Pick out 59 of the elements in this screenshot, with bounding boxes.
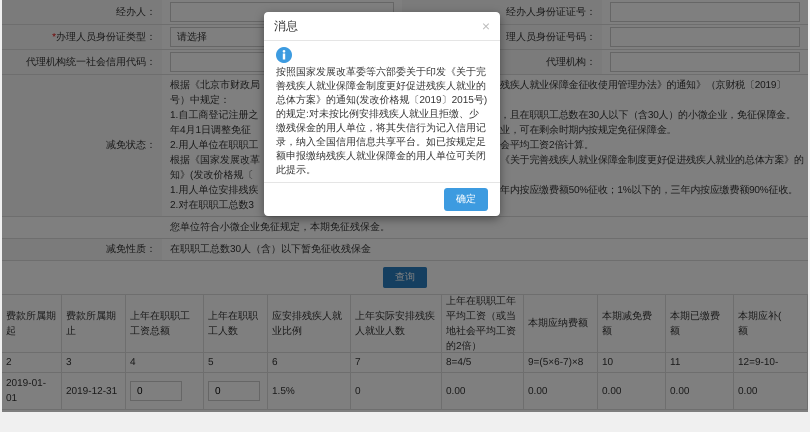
table-cell-text: 9=(5×6-7)×8 [528, 356, 584, 370]
field-label: 代理机构统一社会信用代码： [26, 56, 156, 70]
note-text: 业，可在剩余时期内按规定免征保障金。 [500, 124, 678, 138]
table-cell-text: 7 [355, 356, 361, 370]
column-header: 本期应纳费额 [524, 295, 598, 353]
note-text: 会平均工资2倍计算。 [500, 138, 595, 153]
table-cell-text: 2019-01-01 [6, 377, 48, 406]
column-header: 上年在职职工人数 [204, 295, 268, 353]
note-text: 1.自工商登记注册之 [170, 108, 260, 123]
note-text: 年4月1日调整免征 [170, 124, 252, 138]
note-text: 1.用人单位安排残疾 [170, 184, 260, 198]
table-cell-text: 10 [602, 356, 614, 370]
table-cell-text: 0.00 [446, 384, 466, 398]
column-header: 本期已缴费额 [666, 295, 734, 353]
note-text: 根据《北京市财政局 [170, 78, 261, 93]
table-cell-text: 11 [670, 356, 680, 370]
note-text: 2.用人单位在职职工 [170, 138, 260, 153]
table-cell-text: 2 [6, 356, 12, 370]
table-cell-text: 8=4/5 [446, 356, 472, 370]
field-label: 代理机构： [546, 56, 596, 70]
note-text: 《关于完善残疾人就业保障金制度更好促进残疾人就业的总体方案》的 [500, 154, 804, 168]
column-header: 上年在职职工工资总额 [126, 295, 204, 353]
column-header: 上年实际安排残疾人就业人数 [351, 295, 442, 353]
column-header: 本期应补( 额 [734, 295, 808, 353]
required-mark: * [52, 30, 56, 44]
note-text: ，且在职职工总数在30人以下（含30人）的小微企业，免征保障金。 [500, 108, 797, 123]
field-label: 经办人身份证证号： [506, 6, 596, 20]
field-label: 办理人员身份证类型： [56, 30, 156, 44]
note-text: 年内按应缴费额50%征收；1%以下的，三年内按应缴费额90%征收。 [500, 184, 799, 198]
table-cell-text: 6 [272, 356, 278, 370]
note-text: 残疾人就业保障金征收使用管理办法》的通知》（京财税〔2019〕 [500, 78, 788, 93]
field-label: 减免性质： [106, 242, 156, 257]
field-label: 理人员身份证号码： [506, 30, 596, 44]
table-cell-text: 3 [66, 356, 72, 370]
note-text: 知》(发改价格规〔 [170, 168, 254, 183]
column-header: 应安排残疾人就业比例 [268, 295, 351, 353]
field-label: 经办人： [116, 6, 156, 20]
table-cell-text: 2019-12-31 [66, 384, 118, 398]
table-cell-text: 5 [208, 356, 214, 370]
dialog-message: 按照国家发展改革委等六部委关于印发《关于完善残疾人就业保障金制度更好促进残疾人就业的总体方案》的通知(发改价格规〔2019〕2015号)的规定:对未按比例安排残疾人就业且拒缴、少缴残保金的用人单位，将其失信行为记入信用记录，纳入全国信用信息共享平台。如已按规定足额申报缴纳残疾人就业保障金的用人单位可关闭此提示。 [276, 66, 488, 178]
column-header: 费款所属期止 [62, 295, 126, 353]
table-cell-text: 0.00 [602, 384, 622, 398]
column-header: 上年在职职工年平均工资（或当地社会平均工资的2倍） [442, 295, 524, 353]
table-cell-text: 1.5% [272, 384, 295, 398]
table-cell-text: 0 [355, 384, 361, 398]
table-cell-text: 0.00 [738, 384, 758, 398]
note-text: 号）中规定： [170, 94, 231, 108]
note-text: 根据《国家发展改革 [170, 154, 261, 168]
table-cell-text: 12=9-10- [738, 356, 778, 370]
column-header: 费款所属期起 [2, 295, 62, 353]
dialog-title: 消息 [274, 18, 298, 35]
table-cell-text: 0.00 [670, 384, 690, 398]
column-header: 本期减免费额 [598, 295, 666, 353]
field-value: 在职职工总数30人（含）以下暂免征收残保金 [169, 242, 372, 257]
note-text: 2.对在职职工总数3 [170, 198, 255, 213]
table-cell-text: 0.00 [528, 384, 548, 398]
field-label: 减免状态： [106, 138, 156, 153]
result-text: 您单位符合小微企业免征规定，本期免征残保金。 [169, 220, 391, 235]
table-cell-text: 4 [130, 356, 136, 370]
